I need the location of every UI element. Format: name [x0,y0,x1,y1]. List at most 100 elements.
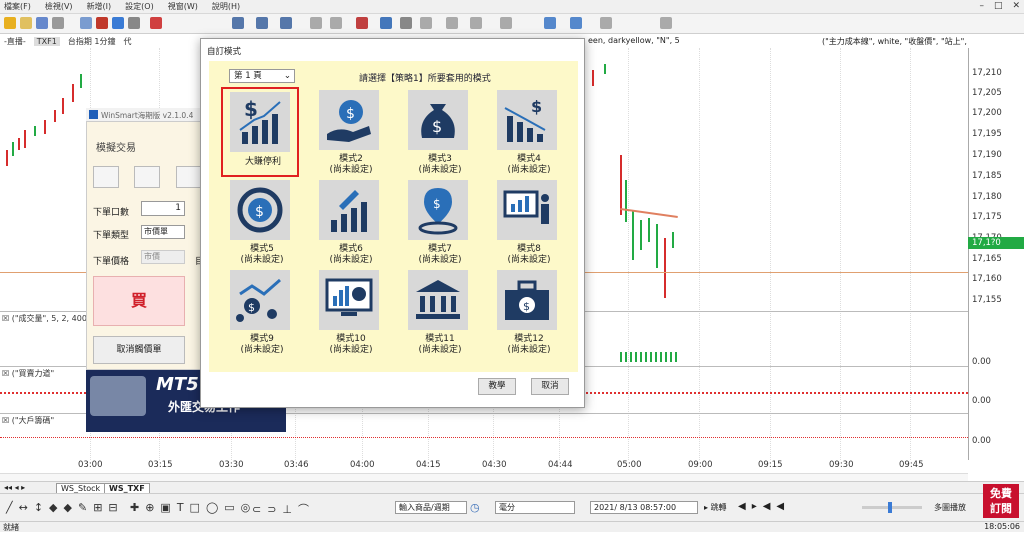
briefcase-icon: $ [497,270,557,330]
window-icon[interactable] [80,17,92,29]
candle [54,110,56,122]
product-input[interactable]: 輸入商品/週期 [395,501,467,514]
bank-icon [408,270,468,330]
crosshair-icon[interactable] [544,17,556,29]
drawing-icon[interactable] [280,17,292,29]
text-tool-icon[interactable] [500,17,512,29]
candle-icon[interactable] [232,17,244,29]
datetime-input[interactable]: 2021/ 8/13 08:57:00 [590,501,698,514]
order-mode-button[interactable] [176,166,202,188]
new-file-icon[interactable] [4,17,16,29]
tutorial-button[interactable]: 教學 [478,378,516,395]
slider-thumb[interactable] [888,502,892,513]
time-tick: 09:45 [899,460,924,470]
draw-tools-icon[interactable]: ╱↔↕◆◆✎⊞⊟ [6,501,124,514]
tab-nav-icon[interactable]: ◂◂ ◂ ▸ [4,483,25,492]
chip-line [0,437,968,438]
mode-tile-11[interactable]: 模式11 (尚未設定) [400,270,480,358]
symbol-label[interactable]: TXF1 [33,36,60,46]
bar-icon[interactable] [256,17,268,29]
time-tick: 04:15 [416,460,441,470]
shape-tools-icon[interactable]: ✚⊕▣T□◯▭◎ [130,501,256,514]
menu-view[interactable]: 檢視(V) [45,1,73,12]
maximize-icon[interactable]: □ [994,1,1003,11]
clock-text: 18:05:06 [984,522,1020,531]
menu-window[interactable]: 視窗(W) [168,1,198,12]
type-label: 下單類型 [93,231,130,241]
price-tick: 17,180 [972,192,1002,202]
marker-tools-icon[interactable]: ⊂⊃⊥⌒ [252,501,315,517]
mode-tile-7[interactable]: $ 模式7 (尚未設定) [400,180,480,268]
falling-bar-chart-icon: $ [497,90,557,150]
jump-button[interactable]: ▸ 跳轉 [704,502,727,513]
indicator-icon[interactable] [380,17,392,29]
candle [632,210,634,260]
price-input[interactable]: 市價 [141,250,185,264]
speed-slider[interactable] [862,506,922,509]
horizontal-scrollbar[interactable] [0,473,968,481]
playback-icons[interactable]: ◀▸◀◀ [738,501,790,512]
interval-select[interactable]: 毫分 [495,501,575,514]
mode-tile-12[interactable]: $ 模式12 (尚未設定) [489,270,569,358]
chart-mode-button[interactable] [93,166,119,188]
grid-icon[interactable] [112,17,124,29]
grid-line [840,48,841,460]
clock-icon[interactable]: ◷ [470,501,480,514]
line-icon[interactable] [310,17,322,29]
page-select[interactable]: 第 1 頁 ⌄ [229,69,295,83]
period-label[interactable]: 台指期 1分鐘 [68,36,116,47]
cancel-button[interactable]: 取消 [531,378,569,395]
check-icon[interactable] [400,17,412,29]
candle [62,98,64,114]
wave-icon[interactable] [446,17,458,29]
menu-settings[interactable]: 設定(O) [125,1,154,12]
mode-tile-3[interactable]: $ 模式3 (尚未設定) [400,90,480,178]
close-icon[interactable]: ☒ [2,416,12,425]
close-icon[interactable]: ✕ [1012,1,1020,11]
settings-icon[interactable] [600,17,612,29]
multi-play-button[interactable]: 多圖播放 [934,502,966,513]
cancel-trigger-button[interactable]: 取消觸價單 [93,336,185,364]
candle [648,218,650,242]
time-axis: 03:00 03:15 03:30 03:46 04:00 04:15 04:3… [0,460,968,472]
mode-tile-10[interactable]: 模式10 (尚未設定) [311,270,391,358]
candle [80,74,82,88]
rising-bar-chart-icon: $ [230,92,290,152]
buy-button[interactable]: 買 [93,276,185,326]
menu-help[interactable]: 說明(H) [212,1,240,12]
menu-insert[interactable]: 新增(I) [87,1,112,12]
print-icon[interactable] [52,17,64,29]
open-folder-icon[interactable] [20,17,32,29]
mode-tile-6[interactable]: 模式6 (尚未設定) [311,180,391,268]
type-select[interactable]: 市價單 [141,225,185,239]
status-text: 就緒 [3,523,19,532]
mode-tile-5[interactable]: $ 模式5 (尚未設定) [222,180,302,268]
qty-input[interactable]: 1 [141,201,185,216]
arrow-icon[interactable] [356,17,368,29]
close-icon[interactable]: ☒ [2,369,12,378]
save-icon[interactable] [36,17,48,29]
close-icon[interactable]: ☒ [2,314,12,323]
watermark-line1: 免費 [990,487,1012,500]
page-select-value: 第 1 頁 [234,71,262,81]
menu-file[interactable]: 檔案(F) [4,1,31,12]
candle [620,155,622,215]
fib-icon[interactable] [470,17,482,29]
mode-tile-9[interactable]: $ 模式9 (尚未設定) [222,270,302,358]
svg-text:$: $ [433,197,441,211]
mode-tile-1[interactable]: $ 大賺停利 [221,87,299,177]
mode-tile-4[interactable]: $ 模式4 (尚未設定) [489,90,569,178]
pattern-icon[interactable] [420,17,432,29]
scale-icon[interactable] [570,17,582,29]
chart-icon[interactable] [96,17,108,29]
mode-tile-8[interactable]: 模式8 (尚未設定) [489,180,569,268]
trend-mode-button[interactable] [134,166,160,188]
layout-icon[interactable] [660,17,672,29]
subscribe-watermark: 免費 訂閱 [983,484,1019,518]
mode-tile-2[interactable]: $ 模式2 (尚未設定) [311,90,391,178]
minimize-icon[interactable]: – [979,1,984,11]
mode-label: 模式9 (尚未設定) [240,334,284,355]
strategy-icon[interactable] [150,17,162,29]
tool-icon[interactable] [128,17,140,29]
zoom-icon[interactable] [330,17,342,29]
